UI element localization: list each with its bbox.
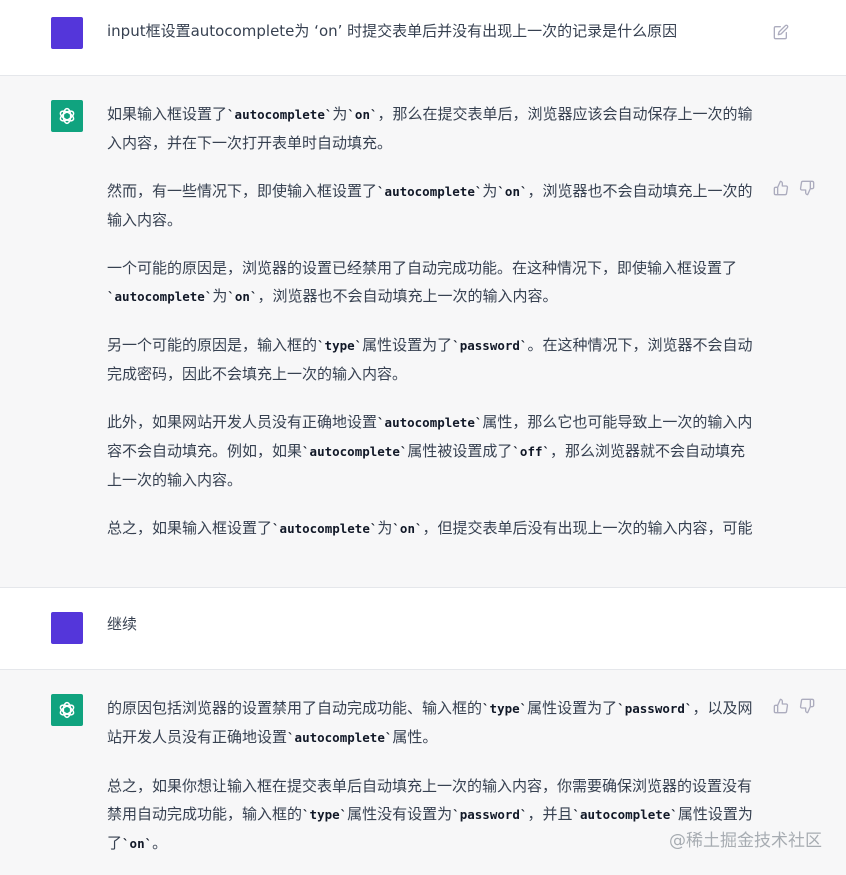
watermark: @稀土掘金技术社区 <box>669 831 822 851</box>
thumbs-down-icon[interactable] <box>797 178 817 198</box>
openai-logo-icon <box>59 107 75 125</box>
inline-code: `type` <box>302 807 348 822</box>
assistant-message-1: 如果输入框设置了`autocomplete`为`on`，那么在提交表单后，浏览器… <box>107 100 757 543</box>
message-paragraph: 总之，如果你想让输入框在提交表单后自动填充上一次的输入内容，你需要确保浏览器的设… <box>107 772 757 858</box>
inline-code: `autocomplete` <box>302 444 408 459</box>
text-segment: 的原因包括浏览器的设置禁用了自动完成功能、输入框的 <box>107 699 483 717</box>
inline-code: `type` <box>482 701 528 716</box>
thumbs-down-icon[interactable] <box>797 696 817 716</box>
inline-code: `autocomplete` <box>227 107 333 122</box>
inline-code: `on` <box>497 184 528 199</box>
inline-code: `autocomplete` <box>107 289 213 304</box>
edit-icon[interactable] <box>771 22 791 42</box>
text-segment: 为 <box>212 287 228 305</box>
text-segment: ，浏览器也不会自动填充上一次的输入内容。 <box>257 287 558 305</box>
openai-logo-icon <box>59 701 75 719</box>
message-paragraph: 另一个可能的原因是，输入框的`type`属性设置为了`password`。在这种… <box>107 331 757 388</box>
text-segment: 属性没有设置为 <box>347 805 453 823</box>
user-message-1: input框设置autocomplete为 ‘on’ 时提交表单后并没有出现上一… <box>107 17 757 45</box>
user-turn-1: input框设置autocomplete为 ‘on’ 时提交表单后并没有出现上一… <box>0 0 846 76</box>
message-paragraph: 的原因包括浏览器的设置禁用了自动完成功能、输入框的`type`属性设置为了`pa… <box>107 694 757 752</box>
text-segment: 为 <box>332 105 348 123</box>
assistant-turn-1: 如果输入框设置了`autocomplete`为`on`，那么在提交表单后，浏览器… <box>0 76 846 588</box>
thumbs-up-icon[interactable] <box>771 178 791 198</box>
inline-code: `on` <box>122 836 153 851</box>
message-paragraph: 此外，如果网站开发人员没有正确地设置`autocomplete`属性，那么它也可… <box>107 408 757 494</box>
inline-code: `on` <box>347 107 378 122</box>
user-avatar <box>51 612 83 644</box>
inline-code: `type` <box>317 338 363 353</box>
text-segment: 此外，如果网站开发人员没有正确地设置 <box>107 413 378 431</box>
inline-code: `autocomplete` <box>377 415 483 430</box>
user-message-text: 继续 <box>107 615 138 633</box>
message-paragraph: 一个可能的原因是，浏览器的设置已经禁用了自动完成功能。在这种情况下，即使输入框设… <box>107 254 757 311</box>
message-paragraph: 然而，有一些情况下，即使输入框设置了`autocomplete`为`on`，浏览… <box>107 177 757 234</box>
message-paragraph: 如果输入框设置了`autocomplete`为`on`，那么在提交表单后，浏览器… <box>107 100 757 157</box>
user-turn-2: 继续 <box>0 588 846 670</box>
text-segment: 。 <box>152 834 168 852</box>
text-segment: 另一个可能的原因是，输入框的 <box>107 336 318 354</box>
text-segment: 为 <box>482 182 498 200</box>
inline-code: `autocomplete` <box>287 730 393 745</box>
inline-code: `password` <box>452 338 528 353</box>
inline-code: `off` <box>512 444 551 459</box>
text-segment: ，并且 <box>527 805 573 823</box>
text-segment: 属性。 <box>392 728 438 746</box>
assistant-avatar <box>51 100 83 132</box>
inline-code: `autocomplete` <box>272 521 378 536</box>
inline-code: `on` <box>227 289 258 304</box>
thumbs-up-icon[interactable] <box>771 696 791 716</box>
user-message-2: 继续 <box>107 610 757 638</box>
text-segment: 为 <box>377 519 393 537</box>
text-segment: 总之，如果输入框设置了 <box>107 519 273 537</box>
inline-code: `autocomplete` <box>377 184 483 199</box>
inline-code: `password` <box>452 807 528 822</box>
assistant-avatar <box>51 694 83 726</box>
text-segment: ，但提交表单后没有出现上一次的输入内容，可能 <box>422 519 753 537</box>
user-avatar <box>51 17 83 49</box>
text-segment: 如果输入框设置了 <box>107 105 228 123</box>
text-segment: 然而，有一些情况下，即使输入框设置了 <box>107 182 378 200</box>
user-message-text: input框设置autocomplete为 ‘on’ 时提交表单后并没有出现上一… <box>107 22 678 40</box>
text-segment: 一个可能的原因是，浏览器的设置已经禁用了自动完成功能。在这种情况下，即使输入框设… <box>107 259 738 277</box>
text-segment: 属性设置为了 <box>362 336 453 354</box>
inline-code: `on` <box>392 521 423 536</box>
inline-code: `password` <box>617 701 693 716</box>
text-segment: 属性被设置成了 <box>407 442 513 460</box>
text-segment: 属性设置为了 <box>527 699 618 717</box>
assistant-message-2: 的原因包括浏览器的设置禁用了自动完成功能、输入框的`type`属性设置为了`pa… <box>107 694 757 858</box>
message-paragraph: 总之，如果输入框设置了`autocomplete`为`on`，但提交表单后没有出… <box>107 514 757 543</box>
inline-code: `autocomplete` <box>572 807 678 822</box>
